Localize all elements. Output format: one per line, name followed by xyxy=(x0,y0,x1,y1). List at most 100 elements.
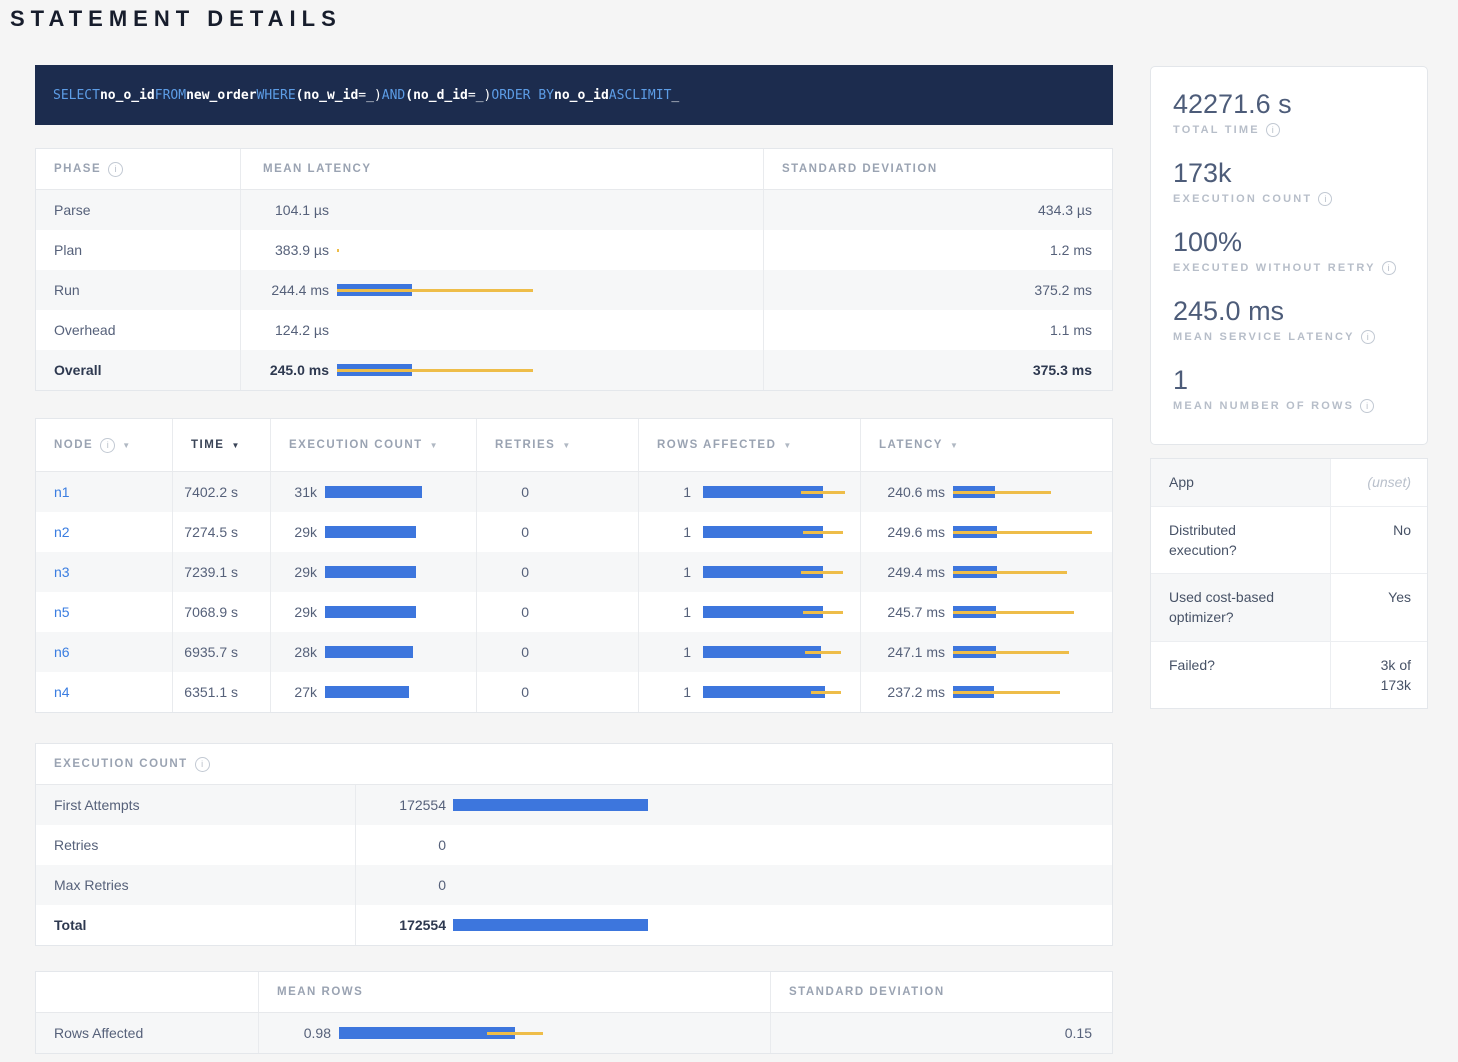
blank-header-cell xyxy=(36,972,259,1012)
mean-latency-bar xyxy=(337,284,763,296)
execution-count-value: 27k xyxy=(285,684,317,700)
info-icon[interactable]: i xyxy=(100,438,115,453)
app-detail-value-cell: (unset) xyxy=(1331,459,1427,505)
node-link[interactable]: n5 xyxy=(54,604,70,620)
sql-token: WHERE xyxy=(257,88,296,103)
info-icon[interactable]: i xyxy=(195,757,210,772)
column-header-label: TIME xyxy=(191,439,224,451)
std-dev-header-cell: STANDARD DEVIATION xyxy=(764,149,1112,189)
info-icon[interactable]: i xyxy=(108,162,123,177)
node-column-header[interactable]: RETRIES▼ xyxy=(477,419,639,471)
node-execution-count-cell: 29k xyxy=(271,592,477,632)
execution-count-value-cell: 172554 xyxy=(356,785,1112,825)
rows-affected-value: 1 xyxy=(653,684,691,700)
execution-count-value: 0 xyxy=(356,837,446,853)
node-retries-cell: 0 xyxy=(477,632,639,672)
node-rows-affected-cell: 1 xyxy=(639,632,861,672)
bar-stddev-line xyxy=(953,651,1069,654)
execution-count-value: 31k xyxy=(285,484,317,500)
retries-value: 0 xyxy=(491,484,529,500)
sort-desc-icon[interactable]: ▼ xyxy=(430,441,439,450)
node-table-row: n66935.7 s28k01247.1 ms xyxy=(36,632,1112,672)
bar-stddev-line xyxy=(953,491,1051,494)
node-cell: n6 xyxy=(36,632,173,672)
info-icon[interactable]: i xyxy=(1361,330,1375,344)
sort-desc-icon[interactable]: ▼ xyxy=(950,441,959,450)
rows-affected-value: 1 xyxy=(653,524,691,540)
latency-bar xyxy=(953,526,1112,538)
node-table-row: n37239.1 s29k01249.4 ms xyxy=(36,552,1112,592)
sql-token: LIMIT xyxy=(632,88,671,103)
sql-token: = xyxy=(468,88,476,103)
sql-statement: SELECT no_o_id FROM new_order WHERE (no_… xyxy=(35,65,1113,125)
bar-stddev-line xyxy=(953,571,1067,574)
node-link[interactable]: n2 xyxy=(54,524,70,540)
node-column-header[interactable]: TIME ▼ xyxy=(173,419,271,471)
node-column-header[interactable]: NODEi▼ xyxy=(36,419,173,471)
node-retries-cell: 0 xyxy=(477,592,639,632)
latency-value: 247.1 ms xyxy=(875,644,945,660)
node-execution-count-cell: 27k xyxy=(271,672,477,712)
app-detail-value: No xyxy=(1393,520,1411,540)
app-detail-label: Used cost-based optimizer? xyxy=(1151,574,1331,641)
rows-std-dev-value: 0.15 xyxy=(771,1013,1112,1053)
latency-value: 249.4 ms xyxy=(875,564,945,580)
node-column-header[interactable]: EXECUTION COUNT ▼ xyxy=(271,419,477,471)
sort-desc-icon[interactable]: ▼ xyxy=(562,441,571,450)
rows-affected-value: 1 xyxy=(653,484,691,500)
node-link[interactable]: n1 xyxy=(54,484,70,500)
rows-affected-label: Rows Affected xyxy=(36,1013,259,1053)
mean-latency-value: 383.9 µs xyxy=(241,242,329,258)
stat-label: MEAN NUMBER OF ROWSi xyxy=(1173,399,1405,413)
rows-affected-row: Rows Affected0.980.15 xyxy=(36,1013,1112,1053)
info-icon[interactable]: i xyxy=(1382,261,1396,275)
execution-count-header: EXECUTION COUNT i xyxy=(36,744,1112,785)
app-detail-value-cell: No xyxy=(1331,507,1427,574)
bar-stddev-line xyxy=(487,1032,543,1035)
execution-count-label: Max Retries xyxy=(36,865,356,905)
rows-affected-bar xyxy=(703,686,860,698)
node-execution-count-cell: 29k xyxy=(271,512,477,552)
node-link[interactable]: n6 xyxy=(54,644,70,660)
sql-token: no_o_id xyxy=(100,88,155,103)
sql-token: (no_w_id xyxy=(296,88,359,103)
node-column-header[interactable]: LATENCY▼ xyxy=(861,419,1112,471)
stat-value: 100% xyxy=(1173,227,1405,258)
mean-latency-header-label: MEAN LATENCY xyxy=(263,163,372,175)
phase-std-dev-value: 434.3 µs xyxy=(764,190,1112,230)
stat-label-text: TOTAL TIME xyxy=(1173,124,1260,136)
bar-mean-segment xyxy=(325,606,416,618)
bar-stddev-line xyxy=(803,531,843,534)
node-execution-count-cell: 31k xyxy=(271,472,477,512)
info-icon[interactable]: i xyxy=(1318,192,1332,206)
info-icon[interactable]: i xyxy=(1266,123,1280,137)
sql-token: FROM xyxy=(155,88,186,103)
bar-mean-segment xyxy=(325,486,422,498)
rows-affected-value: 1 xyxy=(653,564,691,580)
node-column-header[interactable]: ROWS AFFECTED▼ xyxy=(639,419,861,471)
node-cell: n5 xyxy=(36,592,173,632)
phase-name: Plan xyxy=(36,230,241,270)
mean-latency-value: 245.0 ms xyxy=(241,362,329,378)
latency-bar xyxy=(953,486,1112,498)
node-rows-affected-cell: 1 xyxy=(639,472,861,512)
mean-rows-header-cell: MEAN ROWS xyxy=(259,972,771,1012)
node-link[interactable]: n4 xyxy=(54,684,70,700)
node-table-row: n57068.9 s29k01245.7 ms xyxy=(36,592,1112,632)
sort-desc-icon[interactable]: ▼ xyxy=(231,441,240,450)
bar-mean-segment xyxy=(453,799,648,811)
sort-desc-icon[interactable]: ▼ xyxy=(122,441,131,450)
node-time-value: 6351.1 s xyxy=(173,672,271,712)
execution-count-value: 28k xyxy=(285,644,317,660)
node-table-body: n17402.2 s31k01240.6 msn27274.5 s29k0124… xyxy=(36,472,1112,712)
node-link[interactable]: n3 xyxy=(54,564,70,580)
sql-token: (no_d_id xyxy=(405,88,468,103)
sort-desc-icon[interactable]: ▼ xyxy=(783,441,792,450)
execution-count-bar xyxy=(325,646,476,658)
sidebar: 42271.6 sTOTAL TIMEi173kEXECUTION COUNTi… xyxy=(1150,66,1428,709)
node-retries-cell: 0 xyxy=(477,472,639,512)
column-header-label: EXECUTION COUNT xyxy=(289,439,423,451)
execution-count-bar xyxy=(325,486,476,498)
node-time-value: 7239.1 s xyxy=(173,552,271,592)
info-icon[interactable]: i xyxy=(1360,399,1374,413)
